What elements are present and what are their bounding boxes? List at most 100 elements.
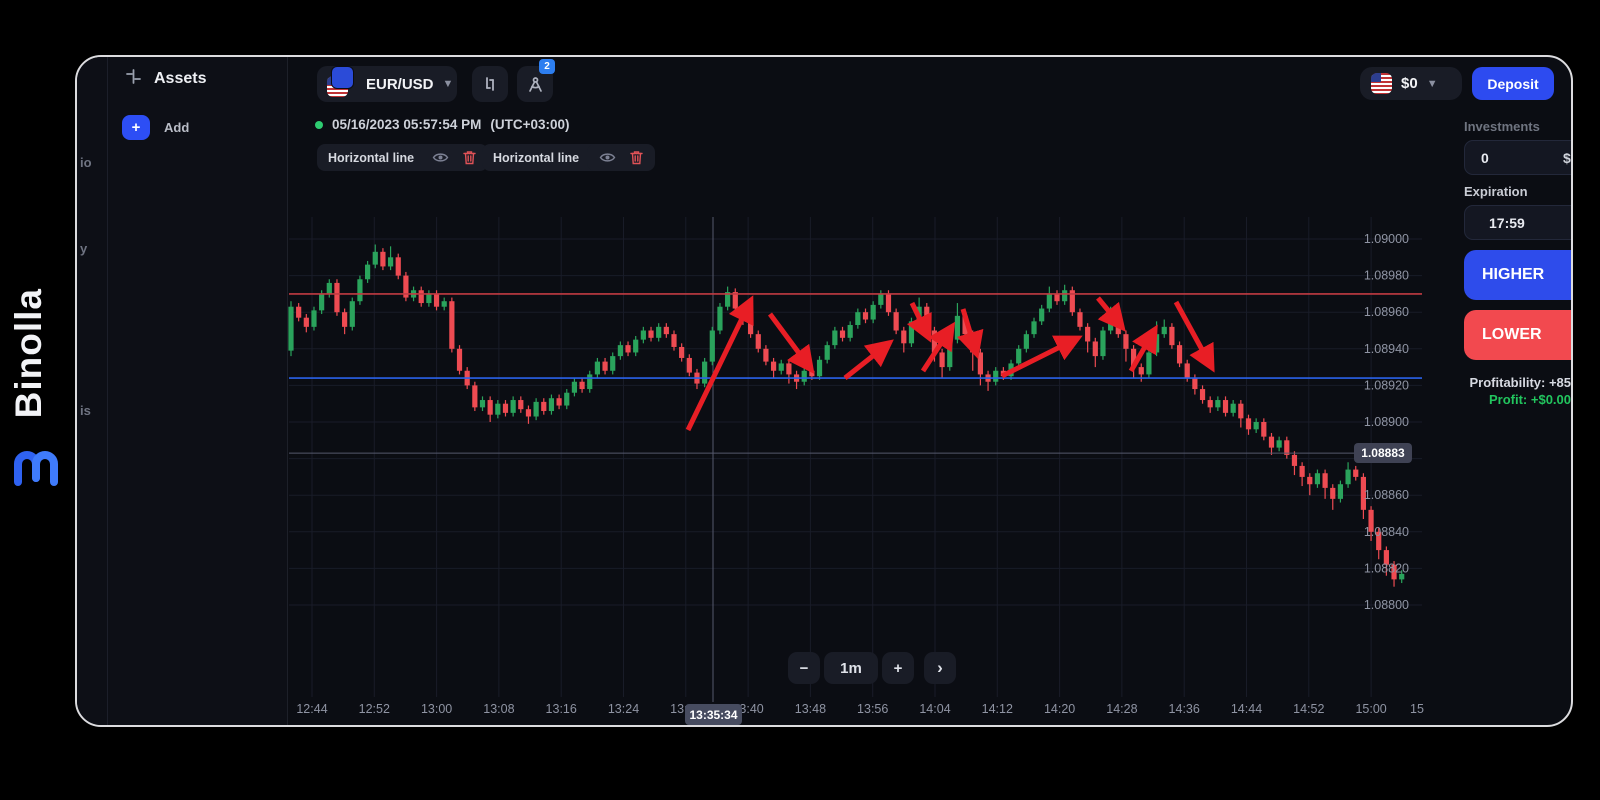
hline-chip-label: Horizontal line <box>328 151 414 165</box>
higher-button[interactable]: HIGHER <box>1464 250 1573 300</box>
candle-body <box>1039 309 1044 322</box>
time-axis-label: 14:28 <box>1106 702 1137 716</box>
time-axis-label: 15:00 <box>1355 702 1386 716</box>
candle-body <box>1192 378 1197 389</box>
candle-body <box>710 331 715 362</box>
candle-body <box>457 349 462 371</box>
candle-body <box>541 402 546 411</box>
visibility-eye-icon[interactable] <box>599 151 616 164</box>
candle-body <box>618 345 623 356</box>
lower-button[interactable]: LOWER <box>1464 310 1573 360</box>
candle-body <box>779 363 784 370</box>
time-axis-label: 13:24 <box>608 702 639 716</box>
candle-body <box>610 356 615 371</box>
hline-chip-label: Horizontal line <box>493 151 579 165</box>
session-timestamp: 05/16/2023 05:57:54 PM <box>332 117 481 132</box>
candle-body <box>442 301 447 306</box>
pair-label: EUR/USD <box>366 76 434 93</box>
delete-trash-icon[interactable] <box>630 150 643 165</box>
candle-body <box>1123 334 1128 349</box>
candle-body <box>579 382 584 389</box>
candle-body <box>625 345 630 352</box>
candle-body <box>449 301 454 349</box>
currency-symbol: $ <box>1563 150 1571 166</box>
crosshair-price-badge: 1.08883 <box>1354 443 1412 463</box>
time-axis-label: 14:44 <box>1231 702 1262 716</box>
time-axis-label: 13:16 <box>546 702 577 716</box>
expiration-value: 17:59 <box>1465 215 1525 231</box>
candle-body <box>1345 470 1350 485</box>
time-axis-label: 14:20 <box>1044 702 1075 716</box>
time-axis-label: 14:12 <box>982 702 1013 716</box>
indicators-button[interactable] <box>472 66 508 102</box>
chevron-down-icon: ▼ <box>443 78 454 90</box>
candle-body <box>641 331 646 340</box>
candle-body <box>1323 473 1328 488</box>
brand-logo-icon <box>12 438 60 495</box>
usd-account-flag-icon <box>1371 73 1392 94</box>
time-axis-label: 13:56 <box>857 702 888 716</box>
candle-body <box>549 398 554 411</box>
candle-body <box>878 294 883 305</box>
candle-body <box>993 371 998 382</box>
candle-body <box>319 294 324 310</box>
indicators-icon <box>481 75 499 93</box>
time-axis-label: 13:48 <box>795 702 826 716</box>
candle-body <box>1139 367 1144 374</box>
candle-body <box>1093 341 1098 356</box>
drawing-tools-icon <box>526 75 545 94</box>
zoom-in-button[interactable]: + <box>882 652 914 684</box>
price-axis-label: 1.08800 <box>1364 598 1409 612</box>
candle-body <box>602 362 607 371</box>
candle-body <box>717 307 722 331</box>
hline-chip-red-actions[interactable] <box>587 144 655 171</box>
candle-body <box>1085 327 1090 342</box>
candle-body <box>373 252 378 265</box>
hline-chip-blue-actions[interactable] <box>420 144 488 171</box>
price-axis-label: 1.08840 <box>1364 525 1409 539</box>
trend-arrow-up <box>1002 339 1076 376</box>
account-balance-selector[interactable]: $0 ▼ <box>1360 67 1462 100</box>
session-timestamp-row: 05/16/2023 05:57:54 PM (UTC+03:00) <box>315 117 570 132</box>
candle-body <box>557 398 562 405</box>
candle-body <box>1077 312 1082 327</box>
delete-trash-icon[interactable] <box>463 150 476 165</box>
investments-label: Investments <box>1464 119 1540 134</box>
candle-body <box>1338 484 1343 499</box>
session-utc: (UTC+03:00) <box>490 117 569 132</box>
candle-body <box>1146 352 1151 374</box>
candle-body <box>656 327 661 338</box>
time-axis-label: 14:36 <box>1169 702 1200 716</box>
candle-body <box>679 347 684 358</box>
candle-body <box>901 331 906 344</box>
candle-body <box>503 404 508 413</box>
candle-body <box>894 312 899 330</box>
investment-value: 0 <box>1465 150 1489 166</box>
candle-body <box>526 409 531 416</box>
investment-input[interactable]: 0 $ <box>1464 140 1573 175</box>
candle-body <box>648 331 653 338</box>
candle-body <box>480 400 485 407</box>
candle-body <box>687 358 692 373</box>
candle-body <box>1169 327 1174 345</box>
deposit-button[interactable]: Deposit <box>1472 67 1554 100</box>
time-axis-label: 12:52 <box>359 702 390 716</box>
zoom-out-button[interactable]: − <box>788 652 820 684</box>
candle-body <box>1300 466 1305 477</box>
price-axis-label: 1.08820 <box>1364 561 1409 575</box>
interval-selector[interactable]: 1m <box>824 652 878 684</box>
expiration-label: Expiration <box>1464 184 1528 199</box>
chevron-down-icon: ▼ <box>1427 78 1438 90</box>
asset-pair-selector[interactable]: EUR/USD ▼ <box>317 66 457 102</box>
candle-body <box>1031 321 1036 334</box>
candle-body <box>1254 422 1259 429</box>
candle-body <box>940 352 945 367</box>
expiration-input[interactable]: 17:59 <box>1464 205 1573 240</box>
scroll-right-button[interactable]: › <box>924 652 956 684</box>
candle-body <box>365 265 370 280</box>
time-axis-label: 15 <box>1410 702 1424 716</box>
visibility-eye-icon[interactable] <box>432 151 449 164</box>
pair-flags-icon <box>327 71 357 97</box>
candle-body <box>1277 440 1282 447</box>
candle-body <box>786 363 791 374</box>
